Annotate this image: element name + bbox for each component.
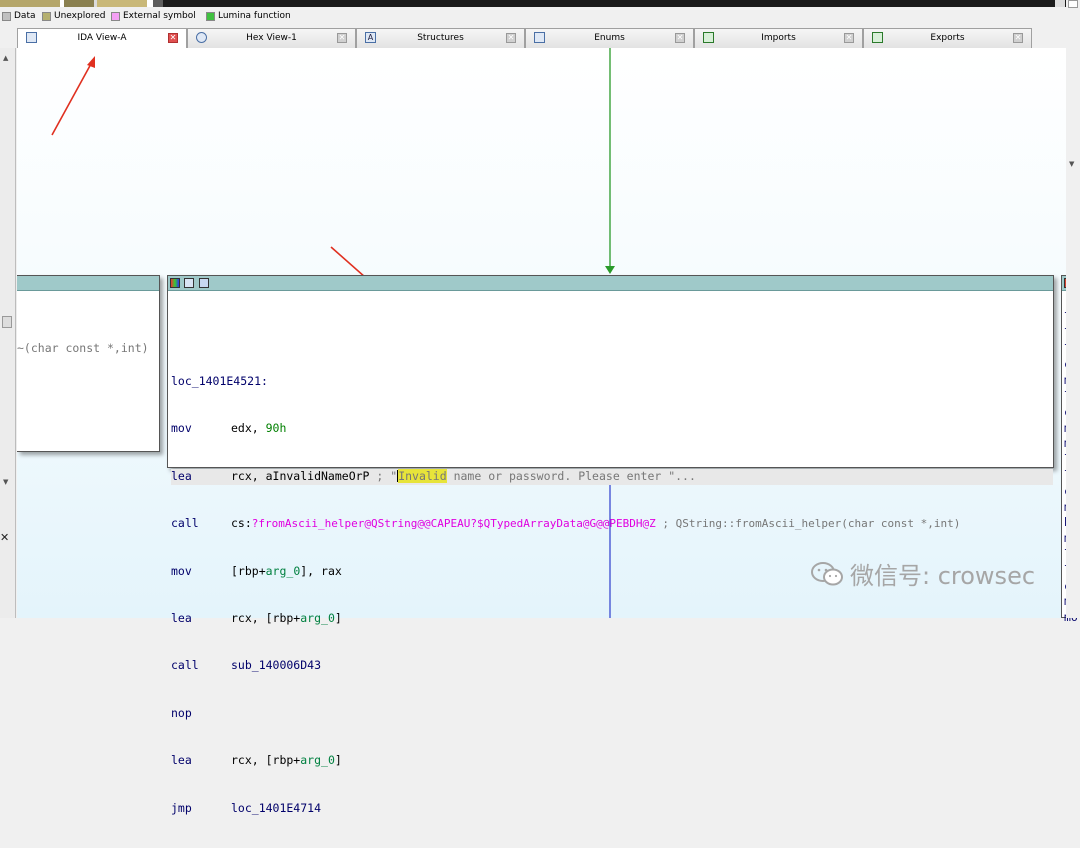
- mnemonic: mov: [171, 421, 192, 436]
- tab-hex-view-1[interactable]: Hex View-1 ✕: [187, 28, 356, 48]
- close-tab-icon[interactable]: ✕: [337, 33, 347, 43]
- tab-label: IDA View-A: [77, 33, 127, 43]
- graph-node-main[interactable]: loc_1401E4521: mov edx, 90h lea rcx, aInva…: [167, 275, 1054, 815]
- stack-variable: arg_0: [265, 563, 301, 578]
- operand: ]: [334, 753, 342, 768]
- annotation-arrowhead: [87, 56, 95, 68]
- tab-exports[interactable]: Exports ✕: [863, 28, 1032, 48]
- close-tab-icon[interactable]: ✕: [844, 33, 854, 43]
- operand: cs:: [231, 516, 252, 531]
- node-header: [17, 276, 159, 291]
- watermark: 微信号: crowsec: [810, 556, 1035, 591]
- code-row: [171, 327, 1053, 343]
- node-header: [168, 276, 1053, 291]
- scroll-up-icon[interactable]: ▲: [3, 54, 8, 62]
- comment: ; QString::fromAscii_helper(char const *…: [655, 517, 961, 531]
- scroll-down-icon[interactable]: ▼: [3, 478, 8, 486]
- code-row[interactable]: nop: [171, 706, 1053, 722]
- navigation-band[interactable]: [0, 0, 1080, 7]
- graph-node-left[interactable]: ~(char const *,int): [17, 275, 160, 452]
- code-row[interactable]: jmp loc_1401E4714: [171, 801, 1053, 817]
- code-row[interactable]: lea rcx, [rbp+arg_0]: [171, 611, 1053, 627]
- legend-item-lumina-function: Lumina function: [206, 11, 291, 21]
- legend-label: Lumina function: [218, 11, 291, 21]
- code-row[interactable]: lea rcx, [rbp+arg_0]: [171, 753, 1053, 769]
- node-comment: ~(char const *,int): [17, 341, 149, 355]
- operand: rcx, [rbp+: [231, 753, 301, 768]
- scroll-thumb[interactable]: [2, 316, 12, 328]
- operand-number: 90h: [265, 421, 287, 436]
- legend-label: Data: [14, 11, 36, 21]
- legend-label: External symbol: [123, 11, 196, 21]
- color-icon[interactable]: [170, 278, 180, 288]
- tab-structures[interactable]: A Structures ✕: [356, 28, 525, 48]
- watermark-text: 微信号: crowsec: [850, 562, 1036, 590]
- jump-target[interactable]: loc_1401E4714: [231, 801, 321, 815]
- legend-item-external-symbol: External symbol: [111, 11, 196, 21]
- code-row[interactable]: mov edx, 90h: [171, 421, 1053, 437]
- tab-label: Structures: [417, 33, 464, 43]
- code-row: loc_1401E4521:: [171, 374, 1053, 390]
- comment: ; ": [369, 468, 398, 483]
- tab-label: Imports: [761, 33, 796, 43]
- legend-label: Unexplored: [54, 11, 106, 21]
- code-label: loc_1401E4521:: [171, 373, 268, 388]
- text-view-icon[interactable]: [199, 278, 209, 288]
- close-tab-icon[interactable]: ✕: [506, 33, 516, 43]
- tab-enums[interactable]: Enums ✕: [525, 28, 694, 48]
- external-symbol[interactable]: ?fromAscii_helper@QString@@CAPEAU?$QType…: [252, 517, 656, 530]
- code-row-current[interactable]: lea rcx, aInvalidNameOrP ; "Invalid name …: [171, 468, 1053, 485]
- right-scrollbar[interactable]: ▼: [1066, 0, 1080, 618]
- tab-ida-view-a[interactable]: IDA View-A ✕: [17, 28, 187, 49]
- legend-swatch: [2, 11, 11, 21]
- scroll-thumb[interactable]: [1068, 0, 1078, 8]
- legend-item-data: Data: [2, 11, 36, 21]
- legend-swatch: [42, 11, 51, 21]
- wechat-icon: [811, 561, 843, 585]
- comment: name or password. Please enter "...: [446, 468, 696, 483]
- mnemonic: nop: [171, 705, 192, 720]
- legend-item-unexplored: Unexplored: [42, 11, 105, 21]
- highlighted-word: Invalid: [398, 468, 447, 483]
- operand: ], rax: [300, 563, 342, 578]
- operand: rcx, aInvalidNameOrP: [231, 468, 370, 483]
- tab-imports[interactable]: Imports ✕: [694, 28, 863, 48]
- legend-swatch: [111, 11, 120, 21]
- close-tab-icon[interactable]: ✕: [1013, 33, 1023, 43]
- mnemonic: lea: [171, 753, 192, 768]
- operand: [rbp+: [231, 563, 266, 578]
- tab-label: Hex View-1: [246, 33, 297, 43]
- mnemonic: call: [171, 516, 199, 531]
- stack-variable: arg_0: [300, 753, 335, 768]
- mnemonic: jmp: [171, 800, 192, 815]
- operand: edx,: [231, 421, 266, 436]
- mnemonic: call: [171, 658, 199, 673]
- call-target[interactable]: sub_140006D43: [231, 658, 321, 672]
- tab-label: Enums: [594, 33, 625, 43]
- mnemonic: lea: [171, 468, 192, 483]
- mnemonic: lea: [171, 610, 192, 625]
- code-row[interactable]: call sub_140006D43: [171, 658, 1053, 674]
- tab-label: Exports: [930, 33, 965, 43]
- edge-arrow: [605, 266, 615, 274]
- close-tab-icon[interactable]: ✕: [675, 33, 685, 43]
- legend: Data Unexplored External symbol Lumina f…: [0, 8, 1080, 25]
- mnemonic: mov: [171, 563, 192, 578]
- annotation-arrow: [51, 61, 93, 136]
- scroll-down-icon[interactable]: ▼: [1069, 160, 1074, 168]
- close-tab-icon[interactable]: ✕: [168, 33, 178, 43]
- graph-icon[interactable]: [184, 278, 194, 288]
- tab-bar: IDA View-A ✕ Hex View-1 ✕ A Structures ✕…: [0, 28, 1080, 49]
- legend-swatch: [206, 11, 215, 21]
- close-icon[interactable]: ✕: [0, 531, 9, 544]
- left-scrollbar[interactable]: ▲ ▼ ✕: [0, 48, 16, 618]
- code-row[interactable]: call cs:?fromAscii_helper@QString@@CAPEAU…: [171, 516, 1053, 532]
